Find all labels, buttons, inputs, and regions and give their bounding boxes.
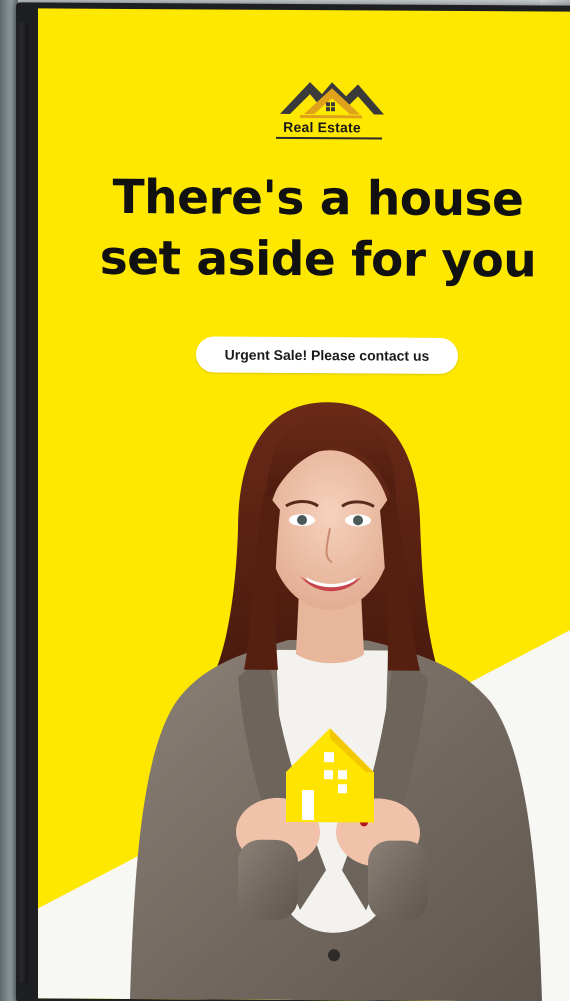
digital-signage-kiosk: Real Estate There's a house set aside fo… xyxy=(16,2,570,1001)
kiosk-side-edge xyxy=(20,22,28,983)
photo-scene: Real Estate There's a house set aside fo… xyxy=(0,0,570,1001)
smiling-woman-holding-house-model xyxy=(130,402,542,1001)
advertisement-screen: Real Estate There's a house set aside fo… xyxy=(38,8,570,1001)
